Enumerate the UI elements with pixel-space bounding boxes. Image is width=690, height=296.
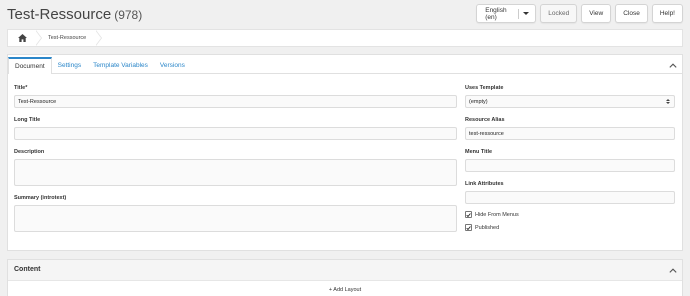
resource-alias-input[interactable]: test-ressource <box>465 127 675 140</box>
description-label: Description <box>14 149 45 155</box>
help-button[interactable]: Help! <box>651 4 683 23</box>
content-header: Content <box>8 260 682 281</box>
page-title: Test-Ressource (978) <box>7 6 142 23</box>
uses-template-label: Uses Template <box>465 85 504 91</box>
uses-template-value: (empty) <box>469 98 488 105</box>
resource-title: Test-Ressource <box>7 6 112 23</box>
tab-template-variables[interactable]: Template Variables <box>87 57 154 74</box>
tab-settings[interactable]: Settings <box>52 57 88 74</box>
breadcrumb-separator <box>35 30 44 46</box>
collapse-content-button[interactable] <box>669 268 677 276</box>
action-buttons: English (en) Locked View Close Help! <box>476 4 683 23</box>
add-layout-button[interactable]: + Add Layout <box>8 287 682 293</box>
breadcrumb-separator <box>95 30 104 46</box>
title-input[interactable]: Test-Ressource <box>14 95 457 108</box>
chevron-up-icon <box>669 268 677 273</box>
breadcrumb-current[interactable]: Test-Ressource <box>44 30 96 46</box>
link-attributes-label: Link Attributes <box>465 181 504 187</box>
published-row: Published <box>465 224 499 231</box>
content-panel: Content + Add Layout <box>7 259 683 296</box>
resource-id: (978) <box>114 8 143 22</box>
menu-title-label: Menu Title <box>465 149 493 155</box>
menu-title-input[interactable] <box>465 159 675 172</box>
summary-textarea[interactable] <box>14 205 457 232</box>
locked-button[interactable]: Locked <box>540 4 578 23</box>
caret-down-icon <box>523 12 530 15</box>
resource-alias-label: Resource Alias <box>465 117 505 123</box>
language-dropdown[interactable]: English (en) <box>476 4 537 23</box>
hide-from-menus-label: Hide From Menus <box>475 211 519 218</box>
view-button[interactable]: View <box>581 4 612 23</box>
language-label: English (en) <box>485 6 507 21</box>
long-title-input[interactable] <box>14 127 457 140</box>
tab-document[interactable]: Document <box>8 57 52 74</box>
breadcrumb-home[interactable] <box>8 30 36 46</box>
tab-bar: Document Settings Template Variables Ver… <box>8 57 191 74</box>
title-label: Title* <box>14 85 28 91</box>
checkmark-icon <box>466 212 471 217</box>
published-checkbox[interactable] <box>465 224 472 231</box>
summary-label: Summary (introtext) <box>14 195 67 201</box>
chevron-up-icon <box>669 63 677 68</box>
tab-versions[interactable]: Versions <box>154 57 191 74</box>
select-arrows-icon <box>666 99 670 104</box>
hide-from-menus-row: Hide From Menus <box>465 211 519 218</box>
close-button[interactable]: Close <box>615 4 648 23</box>
dropdown-separator <box>518 8 520 19</box>
checkmark-icon <box>466 225 471 230</box>
hide-from-menus-checkbox[interactable] <box>465 211 472 218</box>
published-label: Published <box>475 224 500 231</box>
document-panel: Document Settings Template Variables Ver… <box>7 54 683 251</box>
uses-template-select[interactable]: (empty) <box>465 95 675 108</box>
home-icon <box>17 34 27 42</box>
long-title-label: Long Title <box>14 117 41 123</box>
description-textarea[interactable] <box>14 159 457 186</box>
collapse-panel-button[interactable] <box>669 63 677 71</box>
content-title: Content <box>14 266 41 273</box>
breadcrumb: Test-Ressource <box>7 29 683 47</box>
link-attributes-input[interactable] <box>465 191 675 204</box>
